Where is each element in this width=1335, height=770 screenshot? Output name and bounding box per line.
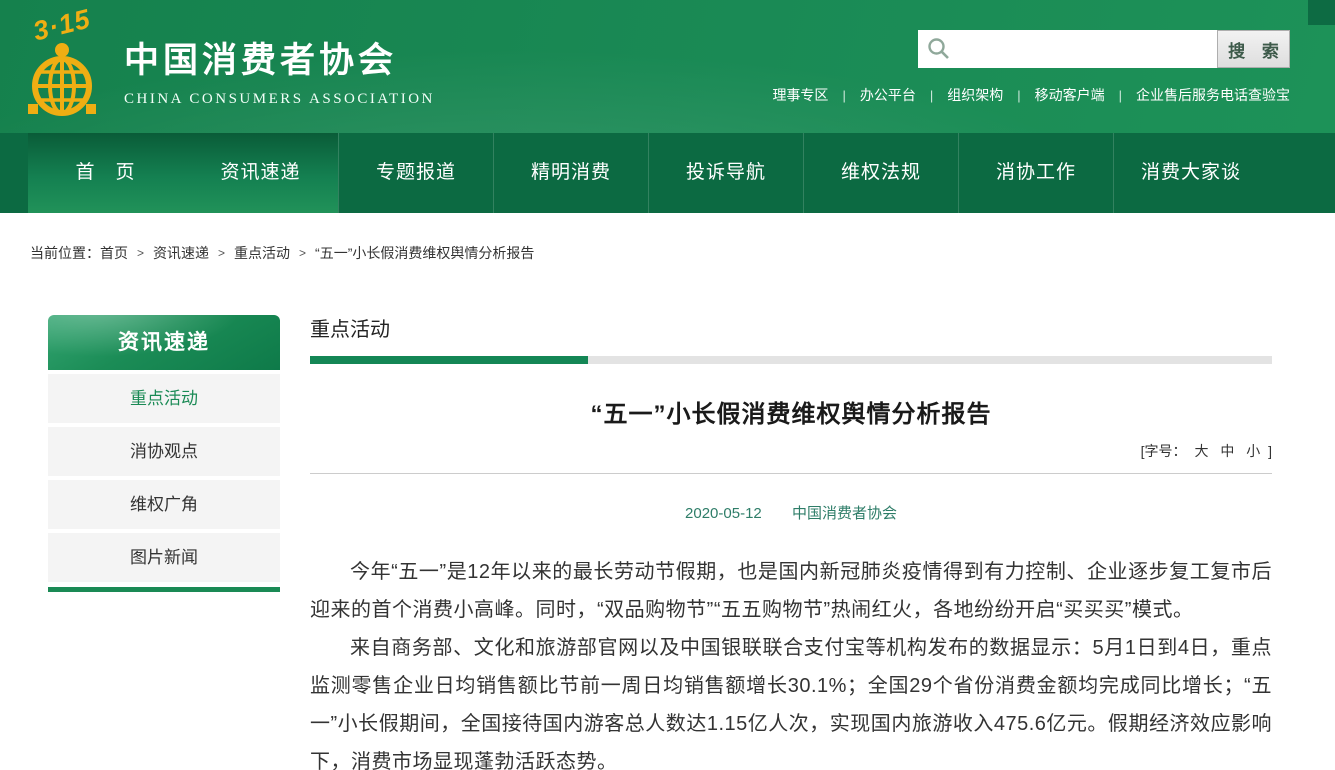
sidebar-bottom-bar	[48, 587, 280, 592]
nav-item-complaint-guide[interactable]: 投诉导航	[648, 133, 803, 213]
page: 3·15 中国消费者协会 CHINA CONSUMERS ASSOCIATION	[0, 0, 1335, 770]
font-size-widget: [字号： 大 中 小 ]	[310, 441, 1272, 461]
breadcrumb-separator: >	[299, 246, 306, 260]
main-nav-inner: 首 页 资讯速递 专题报道 精明消费 投诉导航 维权法规 消协工作 消费大家谈	[0, 133, 1335, 213]
site-subtitle: CHINA CONSUMERS ASSOCIATION	[124, 91, 435, 108]
nav-item-news[interactable]: 资讯速递	[183, 133, 338, 213]
nav-item-smart-consumption[interactable]: 精明消费	[493, 133, 648, 213]
quick-link-separator: |	[1119, 88, 1122, 103]
search-button[interactable]: 搜 索	[1217, 30, 1290, 68]
nav-item-home[interactable]: 首 页	[28, 133, 183, 213]
site-title: 中国消费者协会	[124, 32, 435, 83]
breadcrumb-current-page: “五一”小长假消费维权舆情分析报告	[315, 243, 534, 263]
quick-link-mobile[interactable]: 移动客户端	[1035, 85, 1105, 105]
title-divider	[310, 473, 1272, 474]
breadcrumb-separator: >	[137, 246, 144, 260]
globe-icon	[16, 42, 108, 116]
sidebar: 资讯速递 重点活动 消协观点 维权广角 图片新闻	[48, 315, 280, 592]
site-logo[interactable]: 3·15 中国消费者协会 CHINA CONSUMERS ASSOCIATION	[16, 10, 435, 116]
breadcrumb-news[interactable]: 资讯速递	[153, 243, 209, 263]
nav-item-consumer-talk[interactable]: 消费大家谈	[1113, 133, 1268, 213]
article-meta: 2020-05-12 中国消费者协会	[310, 502, 1272, 523]
cca-logo-icon: 3·15	[16, 10, 108, 116]
article-source: 中国消费者协会	[792, 505, 897, 522]
sidebar-item-key-activities[interactable]: 重点活动	[48, 374, 280, 423]
site-header: 3·15 中国消费者协会 CHINA CONSUMERS ASSOCIATION	[0, 0, 1335, 133]
quick-link-office[interactable]: 办公平台	[860, 85, 916, 105]
breadcrumb-home[interactable]: 首页	[100, 243, 128, 263]
search-input-wrap	[918, 30, 1215, 68]
main-nav: 首 页 资讯速递 专题报道 精明消费 投诉导航 维权法规 消协工作 消费大家谈	[0, 133, 1335, 213]
quick-link-separator: |	[1017, 88, 1020, 103]
font-size-medium[interactable]: 中	[1220, 443, 1234, 459]
section-title: 重点活动	[310, 313, 1272, 342]
font-size-small[interactable]: 小	[1246, 443, 1260, 459]
article-paragraph: 来自商务部、文化和旅游部官网以及中国银联联合支付宝等机构发布的数据显示：5月1日…	[310, 629, 1272, 770]
nav-item-rights-laws[interactable]: 维权法规	[803, 133, 958, 213]
sidebar-item-photo-news[interactable]: 图片新闻	[48, 533, 280, 582]
article-title: “五一”小长假消费维权舆情分析报告	[310, 394, 1272, 429]
article-paragraph: 今年“五一”是12年以来的最长劳动节假期，也是国内新冠肺炎疫情得到有力控制、企业…	[310, 553, 1272, 629]
corner-decoration	[1308, 0, 1335, 25]
search-input[interactable]	[918, 30, 1215, 68]
sidebar-item-association-views[interactable]: 消协观点	[48, 427, 280, 476]
nav-item-association-work[interactable]: 消协工作	[958, 133, 1113, 213]
quick-link-separator: |	[930, 88, 933, 103]
breadcrumb-key-activities[interactable]: 重点活动	[234, 243, 290, 263]
sidebar-item-rights-wide-angle[interactable]: 维权广角	[48, 480, 280, 529]
header-quick-links: 理事专区 | 办公平台 | 组织架构 | 移动客户端 | 企业售后服务电话查验宝	[772, 85, 1290, 105]
search-bar: 搜 索	[918, 30, 1290, 68]
breadcrumb: 当前位置： 首页 > 资讯速递 > 重点活动 > “五一”小长假消费维权舆情分析…	[30, 243, 534, 263]
nav-item-special-reports[interactable]: 专题报道	[338, 133, 493, 213]
font-size-large[interactable]: 大	[1194, 443, 1208, 459]
search-icon	[927, 37, 951, 61]
font-size-label: [字号：	[1141, 443, 1187, 459]
section-underline-accent	[310, 356, 588, 364]
main-content: 重点活动 “五一”小长假消费维权舆情分析报告 [字号： 大 中 小 ] 2020…	[310, 313, 1272, 770]
quick-link-members[interactable]: 理事专区	[772, 85, 828, 105]
quick-link-structure[interactable]: 组织架构	[947, 85, 1003, 105]
article-body: 今年“五一”是12年以来的最长劳动节假期，也是国内新冠肺炎疫情得到有力控制、企业…	[310, 553, 1272, 770]
brand-text: 中国消费者协会 CHINA CONSUMERS ASSOCIATION	[124, 18, 435, 108]
section-underline	[310, 356, 1272, 364]
sidebar-title: 资讯速递	[48, 315, 280, 370]
font-size-label-suffix: ]	[1268, 443, 1272, 459]
logo-315-text: 3·15	[30, 3, 94, 47]
quick-link-separator: |	[842, 88, 845, 103]
breadcrumb-separator: >	[218, 246, 225, 260]
article-date: 2020-05-12	[685, 505, 762, 522]
breadcrumb-label: 当前位置：	[30, 243, 100, 263]
quick-link-aftersales[interactable]: 企业售后服务电话查验宝	[1136, 85, 1290, 105]
